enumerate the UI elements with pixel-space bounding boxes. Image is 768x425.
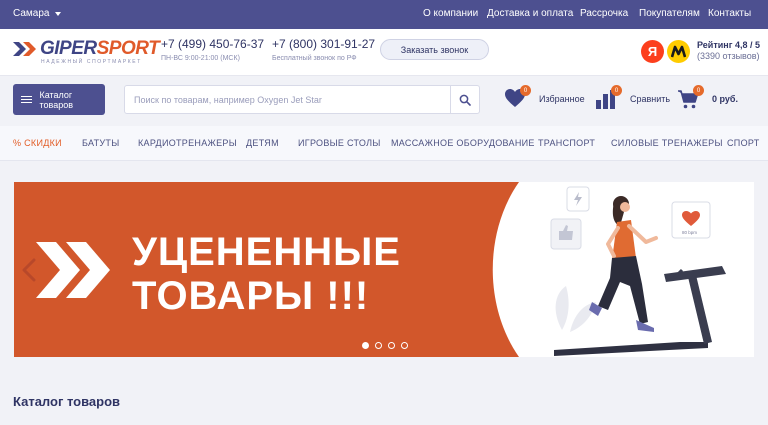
site-logo[interactable]: GIPERSPORT НАДЕЖНЫЙ СПОРТМАРКЕТ — [13, 39, 160, 67]
catalog-button[interactable]: Каталог товаров — [13, 84, 105, 115]
top-nav-installments[interactable]: Рассрочка — [580, 8, 628, 19]
yandex-market-icon[interactable] — [667, 40, 690, 63]
category-strength[interactable]: СИЛОВЫЕ ТРЕНАЖЕРЫ — [611, 138, 723, 148]
city-selector[interactable]: Самара — [13, 8, 62, 19]
cart-count: 0 — [693, 85, 704, 96]
callback-button[interactable]: Заказать звонок — [380, 39, 489, 60]
category-nav: % СКИДКИ БАТУТЫ КАРДИОТРЕНАЖЕРЫ ДЕТЯМ ИГ… — [0, 126, 768, 161]
site-header: GIPERSPORT НАДЕЖНЫЙ СПОРТМАРКЕТ +7 (499)… — [0, 29, 768, 76]
compare-button[interactable]: 0 Сравнить — [595, 85, 671, 112]
category-sport[interactable]: СПОРТ — [727, 138, 760, 148]
menu-icon — [21, 95, 32, 104]
slide-dot-3[interactable] — [388, 342, 395, 349]
banner-pagination — [362, 342, 408, 349]
banner-prev-arrow[interactable] — [20, 258, 38, 282]
search-icon — [459, 94, 471, 106]
cart-button[interactable]: 0 0 руб. — [677, 85, 738, 112]
slide-dot-4[interactable] — [401, 342, 408, 349]
category-game-tables[interactable]: ИГРОВЫЕ СТОЛЫ — [298, 138, 381, 148]
category-sale[interactable]: % СКИДКИ — [13, 138, 62, 148]
category-cardio[interactable]: КАРДИОТРЕНАЖЕРЫ — [138, 138, 237, 148]
top-nav-about[interactable]: О компании — [423, 8, 478, 19]
category-kids[interactable]: ДЕТЯМ — [246, 138, 279, 148]
phone-moscow[interactable]: +7 (499) 450-76-37 — [161, 37, 264, 51]
category-trampolines[interactable]: БАТУТЫ — [82, 138, 120, 148]
favorites-button[interactable]: 0 Избранное — [504, 85, 585, 112]
compare-count: 0 — [611, 85, 622, 96]
favorites-count: 0 — [520, 85, 531, 96]
slide-dot-1[interactable] — [362, 342, 369, 349]
chevron-left-icon — [22, 258, 36, 282]
search-button[interactable] — [450, 86, 479, 113]
top-nav-contacts[interactable]: Контакты — [708, 8, 751, 19]
top-nav-customers[interactable]: Покупателям — [639, 8, 700, 19]
catalog-section-title: Каталог товаров — [13, 394, 121, 409]
phone-free[interactable]: +7 (800) 301-91-27 — [272, 37, 375, 51]
banner-title: УЦЕНЕННЫЕ ТОВАРЫ !!! — [132, 230, 401, 318]
chevron-down-icon — [55, 11, 62, 16]
heart-rate-text: 80 bpm — [682, 230, 697, 235]
promo-banner[interactable]: 80 bpm УЦЕНЕННЫЕ ТОВАРЫ !!! — [14, 182, 754, 357]
cart-total: 0 руб. — [712, 94, 738, 104]
city-label: Самара — [13, 8, 50, 19]
compare-label: Сравнить — [630, 94, 671, 104]
banner-title-line2: ТОВАРЫ !!! — [132, 274, 370, 318]
favorites-label: Избранное — [539, 94, 585, 104]
search-input[interactable] — [125, 86, 450, 113]
logo-tagline: НАДЕЖНЫЙ СПОРТМАРКЕТ — [41, 59, 142, 65]
banner-title-line1: УЦЕНЕННЫЕ — [132, 230, 401, 274]
top-bar: Самара О компании Доставка и оплата Расс… — [0, 0, 768, 29]
rating-label: Рейтинг 4,8 / 5 — [697, 40, 760, 50]
yandex-icon[interactable]: Я — [641, 40, 664, 63]
logo-arrows-icon — [13, 42, 36, 56]
top-nav-delivery[interactable]: Доставка и оплата — [487, 8, 573, 19]
category-transport[interactable]: ТРАНСПОРТ — [538, 138, 595, 148]
phone-moscow-hours: ПН-ВС 9:00-21:00 (МСК) — [161, 55, 240, 62]
phone-free-note: Бесплатный звонок по РФ — [272, 55, 357, 62]
catalog-button-label: Каталог товаров — [39, 89, 73, 110]
slide-dot-2[interactable] — [375, 342, 382, 349]
reviews-count[interactable]: (3390 отзывов) — [697, 51, 760, 61]
category-massage[interactable]: МАССАЖНОЕ ОБОРУДОВАНИЕ — [391, 138, 535, 148]
logo-text: GIPERSPORT — [40, 38, 160, 59]
search-bar — [124, 85, 480, 114]
